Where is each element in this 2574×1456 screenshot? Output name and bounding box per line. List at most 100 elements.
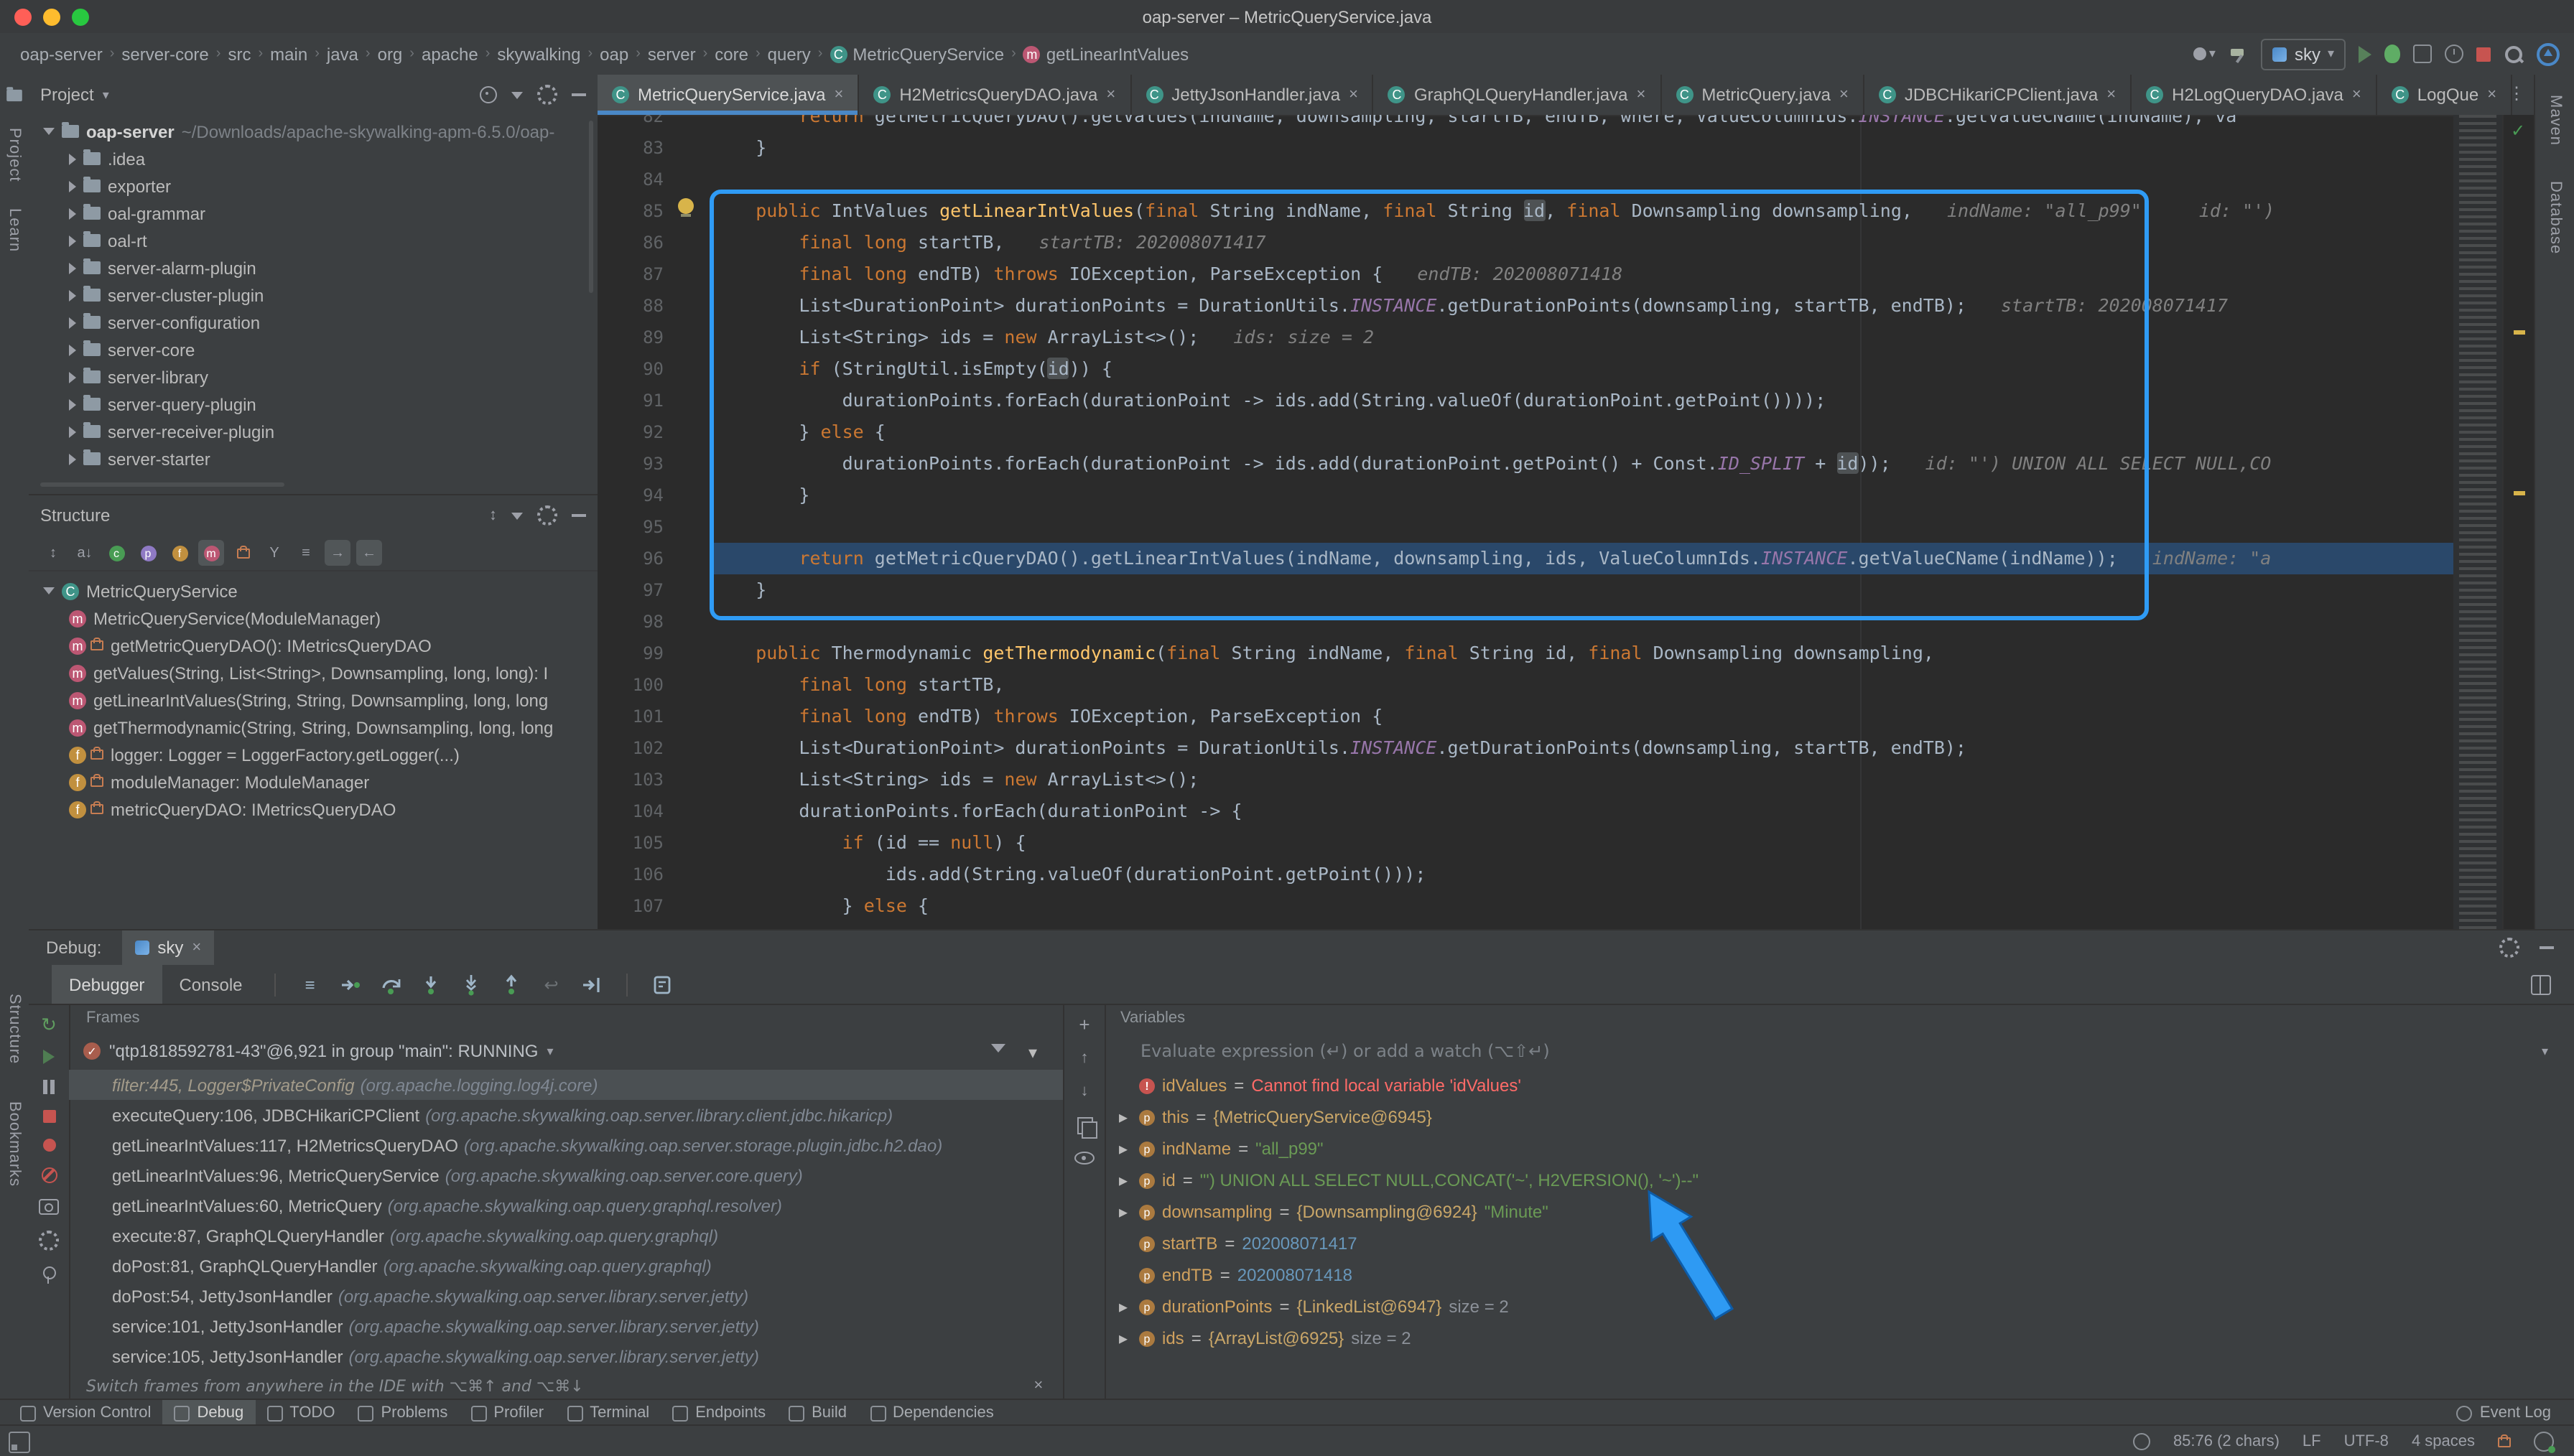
variable-row[interactable]: pstartTB = 202008071417: [1103, 1228, 2574, 1259]
breadcrumb-item[interactable]: server-core: [121, 44, 208, 64]
run-config-select[interactable]: sky ▾: [2262, 38, 2346, 70]
user-icon[interactable]: ▾: [2193, 46, 2216, 62]
tool-stripe-database[interactable]: Database: [2547, 180, 2564, 253]
code-line[interactable]: 103 List<String> ids = new ArrayList<>()…: [598, 764, 2453, 795]
toolwindow-button-todo[interactable]: TODO: [255, 1400, 346, 1426]
show-methods-icon[interactable]: m: [198, 540, 224, 566]
frame-row[interactable]: executeQuery:106, JDBCHikariCPClient(org…: [69, 1100, 1063, 1130]
hide-panel-icon[interactable]: [572, 93, 586, 96]
project-tree-item[interactable]: server-core: [43, 336, 598, 363]
structure-member-row[interactable]: flogger: Logger = LoggerFactory.getLogge…: [43, 741, 598, 768]
project-tree-item[interactable]: server-cluster-plugin: [43, 281, 598, 309]
code-line[interactable]: 96 return getMetricQueryDAO().getLinearI…: [598, 543, 2453, 574]
variable-row[interactable]: ▸pid = "') UNION ALL SELECT NULL,CONCAT(…: [1103, 1165, 2574, 1196]
close-tab-icon[interactable]: ×: [1839, 87, 1849, 103]
status-indicator-icon[interactable]: [2133, 1433, 2150, 1450]
code-line[interactable]: 98: [598, 606, 2453, 638]
editor-tab[interactable]: CH2MetricsQueryDAO.java×: [859, 75, 1131, 115]
close-tab-icon[interactable]: ×: [1349, 87, 1358, 103]
code-line[interactable]: 95: [598, 511, 2453, 543]
chevron-collapsed-icon[interactable]: ▸: [1115, 1297, 1132, 1317]
project-root-row[interactable]: oap-server~/Downloads/apache-skywalking-…: [43, 118, 598, 145]
force-step-into-icon[interactable]: [451, 966, 491, 1003]
breadcrumb-item[interactable]: mgetLinearIntValues: [1023, 44, 1189, 64]
project-tree-item[interactable]: server-receiver-plugin: [43, 418, 598, 445]
editor-tab[interactable]: CMetricQuery.java×: [1661, 75, 1864, 115]
breadcrumb-item[interactable]: org: [378, 44, 403, 64]
horizontal-scrollbar[interactable]: [40, 482, 284, 487]
close-icon[interactable]: ×: [192, 940, 201, 956]
frame-row[interactable]: execute:87, GraphQLQueryHandler(org.apac…: [69, 1221, 1063, 1251]
pause-icon[interactable]: [43, 1080, 55, 1094]
close-tab-icon[interactable]: ×: [2352, 87, 2361, 103]
code-line[interactable]: 93 durationPoints.forEach(durationPoint …: [598, 448, 2453, 480]
restore-layout-icon[interactable]: ≡: [290, 966, 330, 1003]
project-tree-item[interactable]: oal-rt: [43, 227, 598, 254]
toolwindow-button-profiler[interactable]: Profiler: [459, 1400, 555, 1426]
code-line[interactable]: 106 ids.add(String.valueOf(durationPoint…: [598, 859, 2453, 890]
code-line[interactable]: 97 }: [598, 574, 2453, 606]
sort-alpha-icon[interactable]: a↓: [72, 540, 98, 566]
show-classes-icon[interactable]: c: [103, 540, 129, 566]
toolwindow-button-endpoints[interactable]: Endpoints: [661, 1400, 777, 1426]
show-execution-point-icon[interactable]: [330, 966, 371, 1003]
settings-gear-icon[interactable]: [537, 85, 557, 105]
mute-breakpoints-icon[interactable]: [41, 1167, 57, 1183]
toolwindow-button-version-control[interactable]: Version Control: [9, 1400, 162, 1426]
show-fields-icon[interactable]: f: [167, 540, 192, 566]
group-methods-icon[interactable]: ≡: [293, 540, 319, 566]
debug-tab-console[interactable]: Console: [162, 965, 259, 1004]
toolwindow-button-debug[interactable]: Debug: [162, 1400, 255, 1426]
sort-visibility-icon[interactable]: ↕: [40, 540, 66, 566]
breadcrumb-item[interactable]: main: [270, 44, 307, 64]
rerun-icon[interactable]: ↻: [41, 1015, 57, 1034]
notifications-bell-icon[interactable]: [2534, 1432, 2554, 1452]
view-breakpoints-icon[interactable]: [42, 1139, 55, 1152]
breadcrumb-item[interactable]: oap-server: [20, 44, 103, 64]
search-everywhere-icon[interactable]: [2504, 44, 2524, 64]
toolwindow-button-terminal[interactable]: Terminal: [555, 1400, 661, 1426]
close-tab-icon[interactable]: ×: [2487, 87, 2496, 103]
breadcrumb-item[interactable]: CMetricQueryService: [830, 44, 1004, 64]
show-watches-eye-icon[interactable]: [1074, 1152, 1095, 1165]
stop-icon[interactable]: [42, 1110, 55, 1123]
warning-stripe-mark[interactable]: [2514, 491, 2525, 495]
error-stripe[interactable]: ✓: [2502, 115, 2534, 929]
chevron-down-icon[interactable]: ▾: [2542, 1043, 2548, 1059]
breadcrumb-item[interactable]: server: [648, 44, 696, 64]
project-tree-item[interactable]: exporter: [43, 172, 598, 200]
frame-row[interactable]: getLinearIntValues:96, MetricQueryServic…: [69, 1160, 1063, 1190]
settings-gear-icon[interactable]: [2499, 938, 2519, 958]
show-properties-icon[interactable]: p: [135, 540, 161, 566]
minimize-panel-icon[interactable]: [2540, 946, 2554, 949]
intention-bulb-icon[interactable]: [678, 198, 694, 214]
visibility-filter-icon[interactable]: [230, 540, 256, 566]
variable-row[interactable]: ▸pthis = {MetricQueryService@6945}: [1103, 1101, 2574, 1133]
move-watch-down-icon[interactable]: ↓: [1081, 1084, 1089, 1100]
minimap[interactable]: [2453, 115, 2502, 929]
editor-tab[interactable]: CJettyJsonHandler.java×: [1131, 75, 1374, 115]
code-line[interactable]: 99 public Thermodynamic getThermodynamic…: [598, 638, 2453, 669]
frame-row[interactable]: service:101, JettyJsonHandler(org.apache…: [69, 1311, 1063, 1341]
project-tree-item[interactable]: oal-grammar: [43, 200, 598, 227]
tool-stripe-project[interactable]: Project: [6, 128, 23, 182]
build-hammer-icon[interactable]: [2229, 44, 2249, 64]
variable-row[interactable]: ▸pdurationPoints = {LinkedList@6947}size…: [1103, 1291, 2574, 1322]
code-line[interactable]: 102 List<DurationPoint> durationPoints =…: [598, 732, 2453, 764]
pin-icon[interactable]: [42, 1266, 55, 1279]
breadcrumb-item[interactable]: skywalking: [497, 44, 580, 64]
debug-settings-gear-icon[interactable]: [39, 1231, 59, 1251]
vertical-scrollbar[interactable]: [589, 121, 593, 293]
frame-row[interactable]: filter:445, Logger$PrivateConfig(org.apa…: [69, 1070, 1063, 1100]
project-tree-item[interactable]: server-starter: [43, 445, 598, 472]
code-line[interactable]: 104 durationPoints.forEach(durationPoint…: [598, 795, 2453, 827]
step-out-icon[interactable]: [491, 966, 531, 1003]
warning-stripe-mark[interactable]: [2514, 330, 2525, 335]
file-encoding[interactable]: UTF-8: [2344, 1433, 2389, 1450]
frame-row[interactable]: getLinearIntValues:117, H2MetricsQueryDA…: [69, 1130, 1063, 1160]
code-line[interactable]: 89 List<String> ids = new ArrayList<>();…: [598, 322, 2453, 353]
structure-member-row[interactable]: mMetricQueryService(ModuleManager): [43, 605, 598, 632]
toolwindow-toggle-icon[interactable]: [9, 1431, 30, 1452]
tab-list-icon[interactable]: ⋮: [2508, 83, 2525, 103]
frame-row[interactable]: doPost:81, GraphQLQueryHandler(org.apach…: [69, 1251, 1063, 1281]
